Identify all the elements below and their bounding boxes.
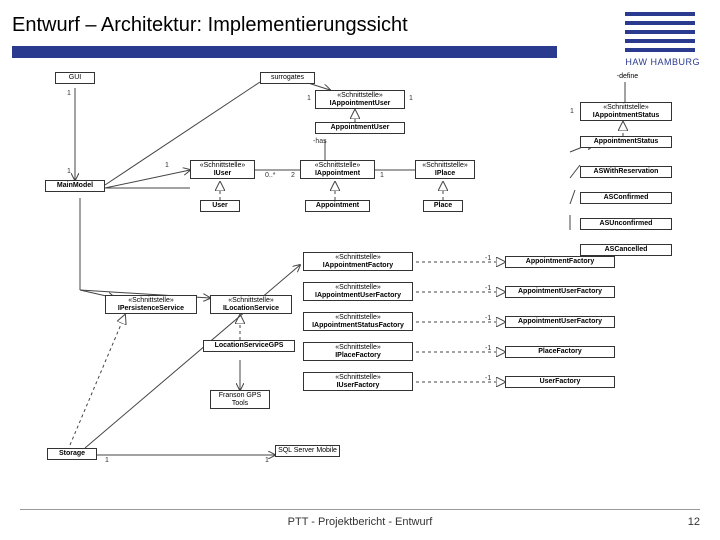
box-iappuserfact: «Schnittstelle» IAppointmentUserFactory: [303, 282, 413, 301]
label-define: -define: [610, 72, 645, 82]
box-iloc: «Schnittstelle» ILocationService: [210, 295, 292, 314]
name: IAppointmentStatus: [593, 112, 660, 119]
box-franson: Franson GPS Tools: [210, 390, 270, 409]
mult: 1: [67, 168, 71, 175]
box-iappfact: «Schnittstelle» IAppointmentFactory: [303, 252, 413, 271]
mult: 0..*: [265, 172, 276, 179]
box-iapp: «Schnittstelle» IAppointment: [300, 160, 375, 179]
mult: -1: [485, 315, 491, 322]
mult: 2: [291, 172, 295, 179]
slide-title: Entwurf – Architektur: Implementierungss…: [12, 14, 408, 37]
box-appuserfact: AppointmentUserFactory: [505, 286, 615, 298]
box-appfact: AppointmentFactory: [505, 256, 615, 268]
box-iappstatfact: «Schnittstelle» IAppointmentStatusFactor…: [303, 312, 413, 331]
box-ascancelled: ASCancelled: [580, 244, 672, 256]
mult: 1: [307, 95, 311, 102]
box-appstatus: AppointmentStatus: [580, 136, 672, 148]
box-ipersist: «Schnittstelle» IPersistenceService: [105, 295, 197, 314]
name: IAppointmentStatusFactory: [312, 322, 404, 329]
name: IAppointmentFactory: [323, 262, 393, 269]
name: IUser: [214, 170, 232, 177]
mult: 1: [165, 162, 169, 169]
name: IAppointmentUserFactory: [315, 292, 401, 299]
box-asconfirmed: ASConfirmed: [580, 192, 672, 204]
name: ILocationService: [223, 305, 279, 312]
box-asunconf: ASUnconfirmed: [580, 218, 672, 230]
box-appuser: AppointmentUser: [315, 122, 405, 134]
mult: -1: [485, 375, 491, 382]
mult: 1: [380, 172, 384, 179]
box-gui: GUI: [55, 72, 95, 84]
stereotype: «Schnittstelle»: [315, 162, 361, 169]
name: IAppointmentUser: [330, 100, 391, 107]
stereotype: «Schnittstelle»: [228, 297, 274, 304]
name: IPlaceFactory: [335, 352, 381, 359]
box-mainmodel: MainModel: [45, 180, 105, 192]
box-appointment: Appointment: [305, 200, 370, 212]
box-iuserfact: «Schnittstelle» IUserFactory: [303, 372, 413, 391]
stereotype: «Schnittstelle»: [335, 314, 381, 321]
mult: -1: [485, 255, 491, 262]
stereotype: «Schnittstelle»: [128, 297, 174, 304]
box-iuser: «Schnittstelle» IUser: [190, 160, 255, 179]
box-locservice: LocationServiceGPS: [203, 340, 295, 352]
logo-text: HAW HAMBURG: [625, 57, 700, 67]
title-underline: [12, 46, 557, 58]
box-iplacefact: «Schnittstelle» IPlaceFactory: [303, 342, 413, 361]
box-sqlserver: SQL Server Mobile: [275, 445, 340, 457]
uml-diagram: GUI surrogates -define «Schnittstelle» I…: [25, 70, 695, 485]
mult: 1: [409, 95, 413, 102]
mult: 1: [570, 108, 574, 115]
box-iappstatus: «Schnittstelle» IAppointmentStatus: [580, 102, 672, 121]
stereotype: «Schnittstelle»: [335, 344, 381, 351]
name: IUserFactory: [337, 382, 380, 389]
box-appstatfact: AppointmentUserFactory: [505, 316, 615, 328]
stereotype: «Schnittstelle»: [603, 104, 649, 111]
stereotype: «Schnittstelle»: [422, 162, 468, 169]
box-placefact: PlaceFactory: [505, 346, 615, 358]
box-iplace: «Schnittstelle» IPlace: [415, 160, 475, 179]
footer-line: [20, 509, 700, 510]
box-storage: Storage: [47, 448, 97, 460]
mult: 1: [105, 457, 109, 464]
name: IPlace: [435, 170, 455, 177]
mult: -1: [485, 285, 491, 292]
box-user: User: [200, 200, 240, 212]
stereotype: «Schnittstelle»: [335, 254, 381, 261]
footer-text: PTT - Projektbericht - Entwurf: [0, 516, 720, 528]
stereotype: «Schnittstelle»: [200, 162, 246, 169]
label-has: -has: [313, 138, 327, 145]
haw-logo: HAW HAMBURG: [625, 12, 700, 67]
box-surrogates: surrogates: [260, 72, 315, 84]
box-userfact: UserFactory: [505, 376, 615, 388]
box-iappuser: «Schnittstelle» IAppointmentUser: [315, 90, 405, 109]
name: IPersistenceService: [118, 305, 184, 312]
name: IAppointment: [315, 170, 360, 177]
mult: 1: [265, 457, 269, 464]
stereotype: «Schnittstelle»: [335, 284, 381, 291]
page-number: 12: [688, 516, 700, 528]
mult: -1: [485, 345, 491, 352]
box-place: Place: [423, 200, 463, 212]
box-aswithres: ASWithReservation: [580, 166, 672, 178]
stereotype: «Schnittstelle»: [335, 374, 381, 381]
logo-bars: [625, 12, 700, 52]
stereotype: «Schnittstelle»: [337, 92, 383, 99]
mult: 1: [67, 90, 71, 97]
